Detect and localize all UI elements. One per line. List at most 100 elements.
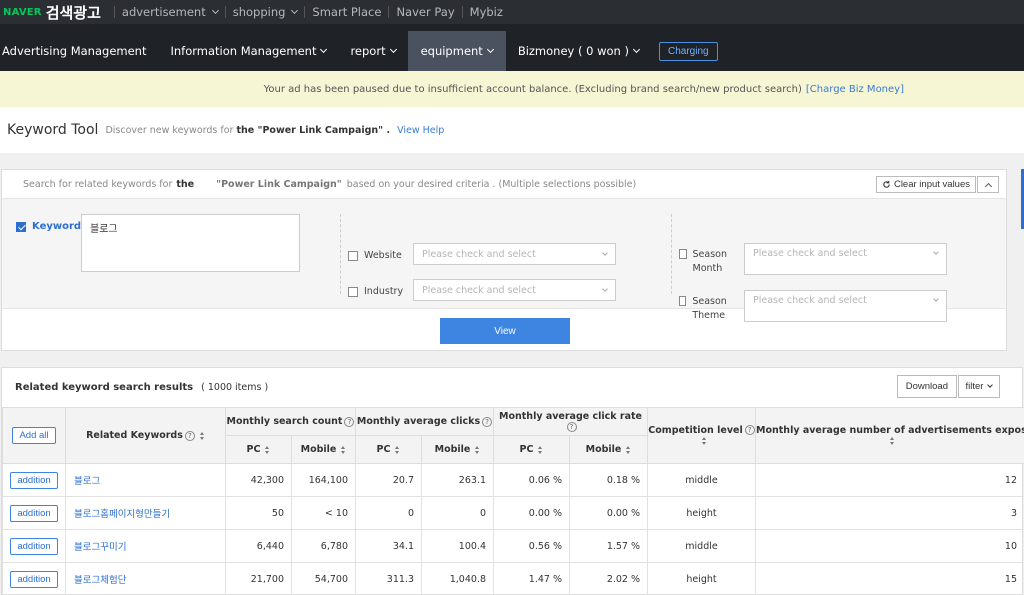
pc-search-header[interactable]: PC	[225, 435, 292, 464]
filter-button[interactable]: filter	[958, 375, 1000, 398]
top-nav-smart-place[interactable]: Smart Place	[312, 5, 381, 19]
keyword-link[interactable]: 블로그	[65, 463, 226, 497]
industry-checkbox[interactable]: Industry	[348, 286, 403, 297]
mobile-search-cell: 6,780	[291, 529, 356, 563]
add-keyword-button[interactable]: addition	[10, 537, 58, 555]
view-button[interactable]: View	[440, 318, 570, 344]
header-label: Related Keywords	[86, 430, 183, 441]
pc-ctr-cell: 1.47 %	[493, 562, 570, 595]
help-icon[interactable]: ?	[184, 430, 195, 441]
pc-ctr-cell: 0.00 %	[493, 496, 570, 530]
mobile-ctr-header[interactable]: Mobile	[568, 435, 649, 464]
season-month-checkbox[interactable]: Season Month	[679, 248, 739, 276]
sort-icon[interactable]	[701, 437, 707, 445]
season-theme-checkbox[interactable]: Season Theme	[679, 295, 739, 323]
sort-icon[interactable]	[199, 431, 205, 440]
help-icon[interactable]: ?	[344, 416, 355, 427]
refresh-icon	[883, 180, 890, 188]
top-nav-label: advertisement	[121, 5, 206, 19]
nav-bizmoney[interactable]: Bizmoney ( 0 won )	[506, 31, 651, 71]
view-help-link[interactable]: View Help	[397, 125, 444, 136]
top-nav-shopping[interactable]: shopping	[232, 5, 299, 19]
divider	[113, 6, 115, 18]
collapse-button[interactable]	[977, 176, 999, 193]
nav-advertising-management[interactable]: Advertising Management	[0, 31, 158, 71]
season-month-select[interactable]: Please check and select	[744, 243, 947, 275]
nav-label: Information Management	[170, 44, 317, 58]
top-nav-advertisement[interactable]: advertisement	[121, 5, 219, 19]
checkbox-icon	[348, 286, 358, 297]
add-keyword-button[interactable]: addition	[10, 471, 58, 489]
ads-exposed-header[interactable]: Monthly average number of advertisements…	[755, 407, 1024, 464]
pc-clicks-cell: 311.3	[355, 562, 422, 595]
sort-icon	[626, 445, 631, 454]
top-nav-naver-pay[interactable]: Naver Pay	[396, 5, 454, 19]
panel-header: Search for related keywords for the "Pow…	[2, 170, 1006, 199]
keyword-link[interactable]: 블로그홈페이지형만들기	[65, 496, 226, 530]
pc-search-cell: 6,440	[225, 529, 292, 563]
results-table: Add all Related Keywords? Monthly search…	[2, 407, 1024, 595]
related-keywords-header[interactable]: Related Keywords?	[65, 407, 226, 464]
pc-clicks-cell: 0	[355, 496, 422, 530]
keyword-link[interactable]: 블로그꾸미기	[65, 529, 226, 563]
header-label: PC	[246, 444, 261, 455]
top-nav-label: shopping	[232, 5, 286, 19]
competition-header[interactable]: Competition level?	[647, 407, 757, 464]
industry-select[interactable]: Please check and select	[413, 279, 616, 301]
sort-icon[interactable]	[890, 437, 895, 445]
pc-clicks-header[interactable]: PC	[355, 435, 422, 464]
mobile-ctr-cell: 1.57 %	[568, 529, 649, 563]
naver-search-ad-logo[interactable]: NAVER 검색광고	[0, 2, 101, 23]
nav-label: equipment	[420, 44, 483, 58]
monthly-search-header: Monthly search count?	[225, 407, 356, 436]
clear-label: Clear input values	[893, 179, 970, 190]
pc-search-cell: 42,300	[225, 463, 292, 497]
season-month-label: Season Month	[692, 249, 728, 274]
keyword-link[interactable]: 블로그체험단	[65, 562, 226, 595]
help-icon[interactable]: ?	[744, 425, 755, 435]
top-nav-mybiz[interactable]: Mybiz	[470, 5, 503, 19]
season-theme-select[interactable]: Please check and select	[744, 290, 947, 322]
charging-button[interactable]: Charging	[658, 41, 718, 61]
add-cell: addition	[2, 463, 66, 497]
results-title: Related keyword search results	[15, 382, 194, 393]
help-icon[interactable]: ?	[482, 416, 493, 427]
help-icon[interactable]: ?	[566, 422, 577, 432]
keyword-input[interactable]: 블로그	[81, 214, 300, 272]
mobile-search-header[interactable]: Mobile	[291, 435, 356, 464]
chevron-down-icon	[211, 6, 219, 15]
chevron-down-icon	[933, 296, 939, 302]
mobile-clicks-header[interactable]: Mobile	[421, 435, 494, 464]
nav-report[interactable]: report	[338, 31, 407, 71]
download-button[interactable]: Download	[896, 375, 957, 398]
sort-icon	[538, 445, 543, 454]
chevron-down-icon	[320, 45, 328, 54]
nav-information-management[interactable]: Information Management	[158, 31, 338, 71]
top-bar: NAVER 검색광고 advertisement shopping Smart …	[0, 0, 1024, 24]
mobile-search-cell: < 10	[291, 496, 356, 530]
campaign-name: "Power Link Campaign"	[216, 178, 342, 190]
add-keyword-button[interactable]: addition	[10, 570, 58, 588]
mobile-ctr-cell: 0.18 %	[568, 463, 649, 497]
add-all-header: Add all	[2, 407, 66, 464]
charge-biz-money-link[interactable]: [Charge Biz Money]	[806, 84, 904, 95]
add-cell: addition	[2, 496, 66, 530]
notice-text: Your ad has been paused due to insuffici…	[263, 83, 802, 95]
mobile-clicks-cell: 263.1	[421, 463, 494, 497]
nav-equipment[interactable]: equipment	[407, 31, 506, 71]
chevron-down-icon	[389, 45, 397, 54]
website-select[interactable]: Please check and select	[413, 243, 616, 265]
divider	[461, 6, 463, 18]
season-theme-label: Season Theme	[692, 296, 727, 321]
clear-input-values-button[interactable]: Clear input values	[875, 176, 976, 193]
header-label: Monthly search count	[226, 416, 343, 427]
keyword-checkbox[interactable]: Keyword	[16, 221, 81, 232]
top-nav: advertisement shopping Smart Place Naver…	[107, 5, 503, 19]
competition-cell: middle	[647, 529, 757, 563]
add-all-button[interactable]: Add all	[12, 427, 56, 444]
pc-ctr-header[interactable]: PC	[493, 435, 570, 464]
mobile-clicks-cell: 0	[421, 496, 494, 530]
website-checkbox[interactable]: Website	[348, 250, 402, 261]
add-keyword-button[interactable]: addition	[10, 504, 58, 522]
table-row: addition 블로그 42,300 164,100 20.7 263.1 0…	[2, 463, 1024, 497]
